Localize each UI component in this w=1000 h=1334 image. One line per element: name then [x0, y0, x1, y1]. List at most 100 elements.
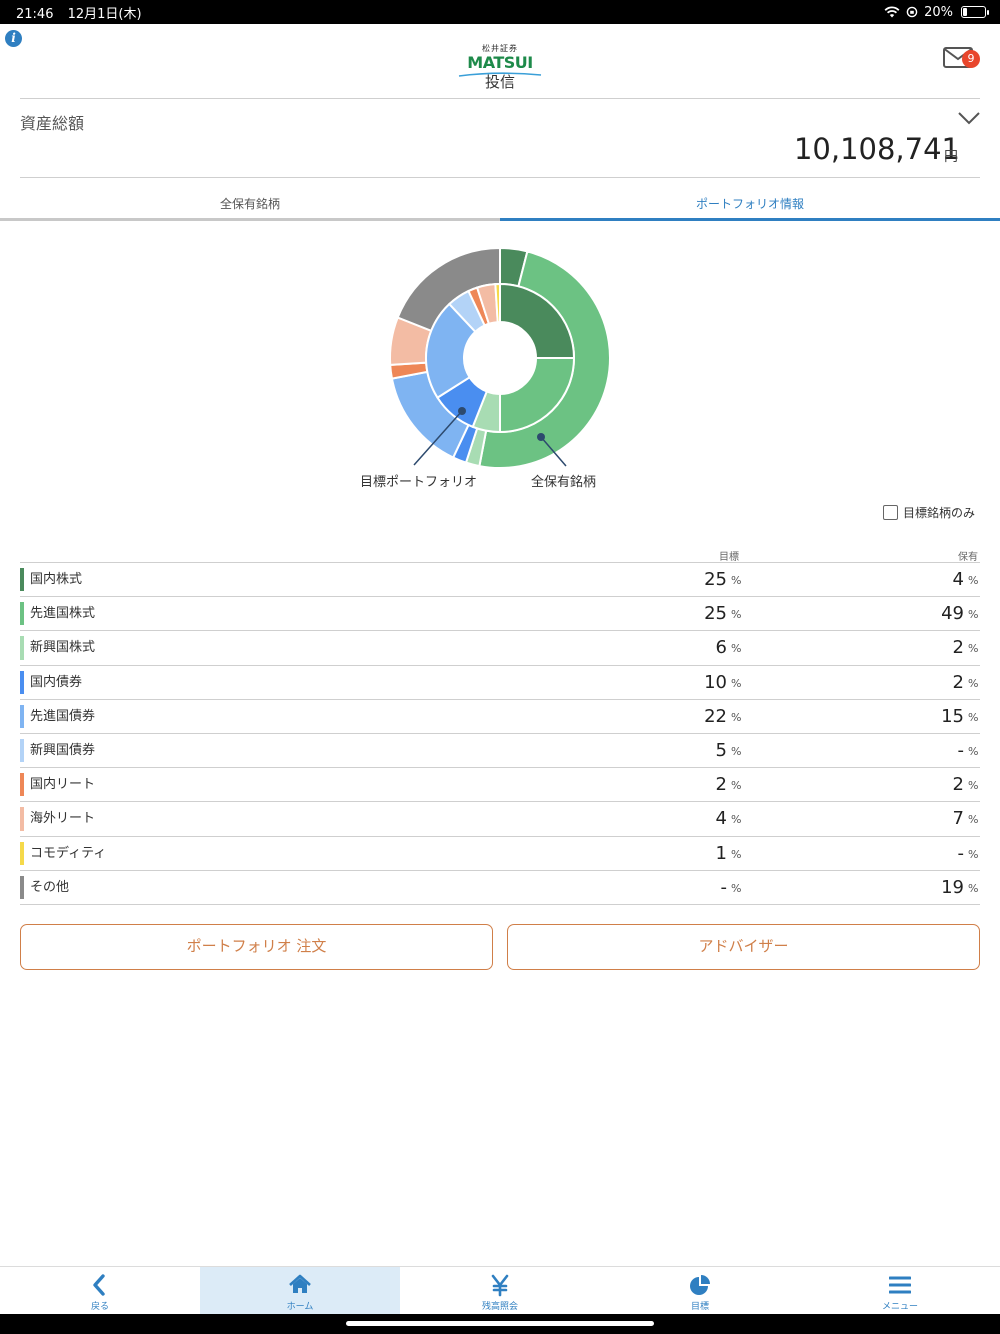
nav-menu-label: メニュー [881, 1302, 918, 1312]
table-row: コモディティ 1% -% [20, 837, 980, 871]
nav-menu[interactable]: メニュー [800, 1267, 1000, 1315]
wifi-icon [884, 6, 900, 18]
divider [20, 98, 980, 99]
nav-balance[interactable]: 残高照会 [400, 1267, 600, 1315]
advisor-button[interactable]: アドバイザー [507, 924, 980, 970]
asset-total-label: 資産総額 [20, 114, 85, 133]
target-value: 5 [715, 739, 727, 761]
portfolio-donut-chart [389, 246, 611, 469]
category-name: コモディティ [30, 845, 107, 861]
column-header-target: 目標 [719, 552, 739, 563]
category-color-bar [20, 602, 24, 626]
category-color-bar [20, 875, 24, 899]
status-date: 12月1日(木) [67, 6, 142, 22]
category-color-bar [20, 636, 24, 660]
checkbox-label: 目標銘柄のみ [903, 506, 976, 520]
table-row: 先進国株式 25% 49% [20, 597, 980, 632]
holding-value: 19 [941, 876, 964, 898]
table-row: 海外リート 4% 7% [20, 802, 980, 837]
logo-wave-icon [458, 72, 542, 77]
holding-value: - [957, 842, 965, 864]
target-value: 25 [704, 569, 727, 590]
home-indicator[interactable] [346, 1321, 654, 1326]
holding-unit: % [968, 642, 979, 656]
holding-unit: % [968, 710, 979, 724]
mail-badge: 9 [962, 50, 980, 68]
target-value: 6 [715, 637, 727, 659]
target-value: 10 [704, 671, 727, 693]
portfolio-order-button[interactable]: ポートフォリオ 注文 [20, 924, 493, 970]
category-color-bar [20, 738, 24, 763]
nav-home[interactable]: ホーム [200, 1267, 400, 1315]
tab-all-holdings[interactable]: 全保有銘柄 [0, 195, 500, 221]
info-icon[interactable]: i [5, 30, 22, 47]
category-color-bar [20, 704, 24, 728]
category-name: 国内株式 [30, 572, 83, 587]
target-unit: % [731, 881, 742, 895]
nav-back[interactable]: 戻る [0, 1267, 200, 1315]
chevron-down-icon[interactable] [957, 110, 981, 126]
target-unit: % [731, 710, 742, 724]
target-unit: % [731, 779, 742, 793]
table-row: 国内株式 25% 4% [20, 563, 980, 598]
holding-unit: % [968, 813, 979, 827]
all-holdings-label: 全保有銘柄 [531, 475, 597, 490]
battery-icon [961, 6, 989, 18]
holding-value: 4 [952, 569, 964, 590]
category-name: 国内債券 [30, 674, 83, 690]
asset-total-unit: 円 [944, 149, 958, 165]
matsui-logo: 松井証券 MATSUI投信 [455, 44, 545, 91]
category-name: 新興国債券 [30, 742, 96, 758]
nav-home-label: ホーム [286, 1302, 314, 1312]
bottom-navigation: 戻る ホーム 残高照会 目標 メニュー [0, 1266, 1000, 1315]
checkbox-box[interactable] [883, 505, 898, 520]
holding-value: 2 [952, 774, 964, 796]
table-row: 国内リート 2% 2% [20, 768, 980, 803]
target-unit: % [731, 574, 742, 587]
holdings-leader-dot [537, 433, 545, 441]
category-color-bar [20, 841, 24, 865]
table-row: その他 -% 19% [20, 871, 980, 905]
table-row: 新興国株式 6% 2% [20, 631, 980, 666]
target-unit: % [731, 608, 742, 622]
holding-unit: % [968, 847, 979, 861]
divider [20, 177, 980, 178]
category-name: 海外リート [30, 811, 96, 827]
category-name: 国内リート [30, 777, 96, 793]
holding-value: 2 [952, 671, 964, 693]
holding-unit: % [968, 574, 979, 587]
category-name: 先進国株式 [30, 606, 96, 622]
target-value: 25 [704, 603, 727, 625]
target-unit: % [731, 676, 742, 690]
battery-percent: 20% [924, 4, 953, 20]
tab-portfolio-info[interactable]: ポートフォリオ情報 [500, 195, 1000, 221]
pie-chart-icon [690, 1275, 710, 1295]
target-value: 4 [715, 808, 727, 830]
target-unit: % [731, 813, 742, 827]
holdings-ring [389, 246, 611, 469]
holding-value: 49 [941, 603, 964, 625]
nav-target-label: 目標 [690, 1302, 709, 1312]
app-screen: 21:46 12月1日(木) 20% i 松井証券 MATSUI投信 9 資産総… [0, 0, 1000, 1334]
category-color-bar [20, 807, 24, 831]
target-unit: % [731, 847, 742, 861]
holding-value: 7 [952, 808, 964, 830]
back-chevron-icon [93, 1274, 105, 1296]
category-color-bar [20, 773, 24, 797]
target-ring [425, 282, 576, 434]
holding-unit: % [968, 744, 979, 758]
hamburger-menu-icon [889, 1276, 911, 1294]
target-value: 2 [715, 774, 727, 796]
holding-unit: % [968, 608, 979, 622]
nav-back-label: 戻る [90, 1302, 109, 1312]
logo-company: 松井証券 [482, 44, 518, 53]
table-row: 国内債券 10% 2% [20, 666, 980, 700]
target-portfolio-label: 目標ポートフォリオ [360, 475, 478, 490]
target-value: - [720, 876, 728, 898]
nav-balance-label: 残高照会 [481, 1302, 518, 1312]
asset-total-value: 10,108,741 [793, 132, 960, 166]
nav-target[interactable]: 目標 [600, 1267, 800, 1315]
battery-fill [963, 8, 968, 16]
target-value: 22 [704, 705, 727, 727]
target-only-checkbox[interactable]: 目標銘柄のみ [883, 504, 975, 521]
